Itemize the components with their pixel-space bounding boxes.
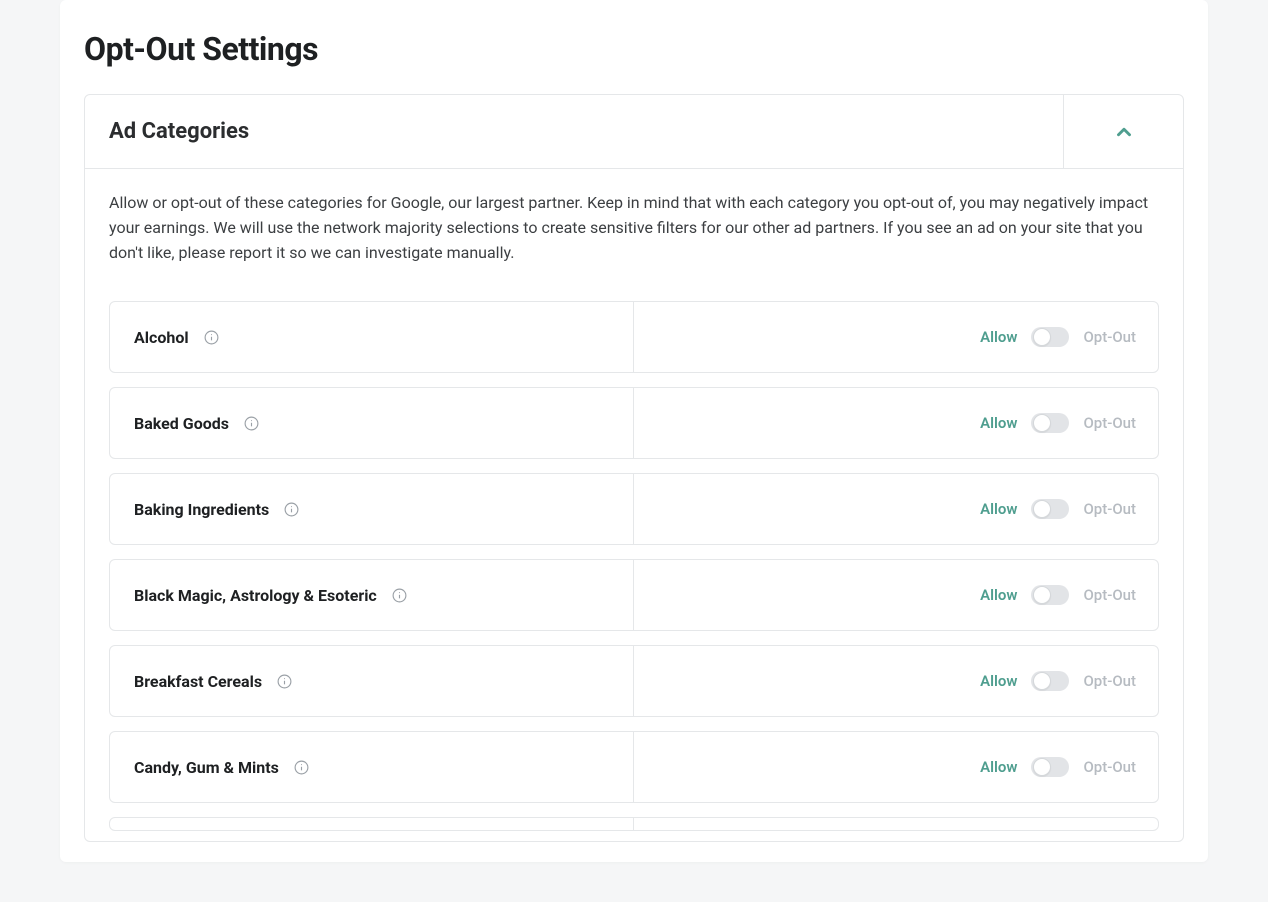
- category-name: Candy, Gum & Mints: [134, 758, 279, 777]
- category-label-cell: Black Magic, Astrology & Esoteric: [110, 560, 634, 630]
- category-toggle[interactable]: [1031, 671, 1069, 691]
- allow-label: Allow: [980, 328, 1017, 346]
- category-row: Breakfast Cereals Allow Opt-Out: [109, 645, 1159, 717]
- category-toggle-cell: [634, 818, 1158, 830]
- category-toggle[interactable]: [1031, 499, 1069, 519]
- section-title: Ad Categories: [109, 119, 249, 144]
- category-toggle-cell: Allow Opt-Out: [634, 302, 1158, 372]
- category-row: Alcohol Allow Opt-Out: [109, 301, 1159, 373]
- category-row: [109, 817, 1159, 831]
- category-label-cell: Baking Ingredients: [110, 474, 634, 544]
- category-toggle[interactable]: [1031, 757, 1069, 777]
- category-name: Alcohol: [134, 328, 189, 347]
- info-icon[interactable]: [243, 415, 260, 432]
- category-label-cell: Candy, Gum & Mints: [110, 732, 634, 802]
- category-name: Baked Goods: [134, 414, 229, 433]
- category-toggle[interactable]: [1031, 327, 1069, 347]
- category-toggle[interactable]: [1031, 585, 1069, 605]
- info-icon[interactable]: [276, 673, 293, 690]
- category-label-cell: Breakfast Cereals: [110, 646, 634, 716]
- settings-card: Opt-Out Settings Ad Categories Allow or …: [60, 0, 1208, 862]
- info-icon[interactable]: [293, 759, 310, 776]
- optout-label: Opt-Out: [1083, 586, 1136, 604]
- optout-label: Opt-Out: [1083, 328, 1136, 346]
- category-label-cell: [110, 818, 634, 830]
- section-title-cell: Ad Categories: [85, 95, 1063, 168]
- chevron-up-icon: [1113, 121, 1135, 143]
- category-name: Black Magic, Astrology & Esoteric: [134, 586, 377, 605]
- optout-label: Opt-Out: [1083, 414, 1136, 432]
- category-toggle-cell: Allow Opt-Out: [634, 388, 1158, 458]
- category-label-cell: Baked Goods: [110, 388, 634, 458]
- category-label-cell: Alcohol: [110, 302, 634, 372]
- optout-label: Opt-Out: [1083, 500, 1136, 518]
- section-description: Allow or opt-out of these categories for…: [109, 191, 1159, 265]
- info-icon[interactable]: [203, 329, 220, 346]
- ad-categories-section: Ad Categories Allow or opt-out of these …: [84, 94, 1184, 842]
- info-icon[interactable]: [391, 587, 408, 604]
- category-toggle-cell: Allow Opt-Out: [634, 646, 1158, 716]
- allow-label: Allow: [980, 500, 1017, 518]
- category-row: Baked Goods Allow Opt-Out: [109, 387, 1159, 459]
- info-icon[interactable]: [283, 501, 300, 518]
- category-row: Baking Ingredients Allow Opt-Out: [109, 473, 1159, 545]
- section-body: Allow or opt-out of these categories for…: [85, 168, 1183, 841]
- allow-label: Allow: [980, 758, 1017, 776]
- category-toggle-cell: Allow Opt-Out: [634, 732, 1158, 802]
- card-header: Opt-Out Settings: [60, 0, 1208, 94]
- section-header: Ad Categories: [85, 95, 1183, 168]
- optout-label: Opt-Out: [1083, 758, 1136, 776]
- category-name: Baking Ingredients: [134, 500, 269, 519]
- allow-label: Allow: [980, 586, 1017, 604]
- category-toggle[interactable]: [1031, 413, 1069, 433]
- category-toggle-cell: Allow Opt-Out: [634, 474, 1158, 544]
- optout-label: Opt-Out: [1083, 672, 1136, 690]
- category-row: Candy, Gum & Mints Allow Opt-Out: [109, 731, 1159, 803]
- allow-label: Allow: [980, 672, 1017, 690]
- category-toggle-cell: Allow Opt-Out: [634, 560, 1158, 630]
- category-row: Black Magic, Astrology & Esoteric Allow: [109, 559, 1159, 631]
- allow-label: Allow: [980, 414, 1017, 432]
- section-collapse-button[interactable]: [1063, 95, 1183, 168]
- category-name: Breakfast Cereals: [134, 672, 262, 691]
- page-title: Opt-Out Settings: [84, 30, 1184, 68]
